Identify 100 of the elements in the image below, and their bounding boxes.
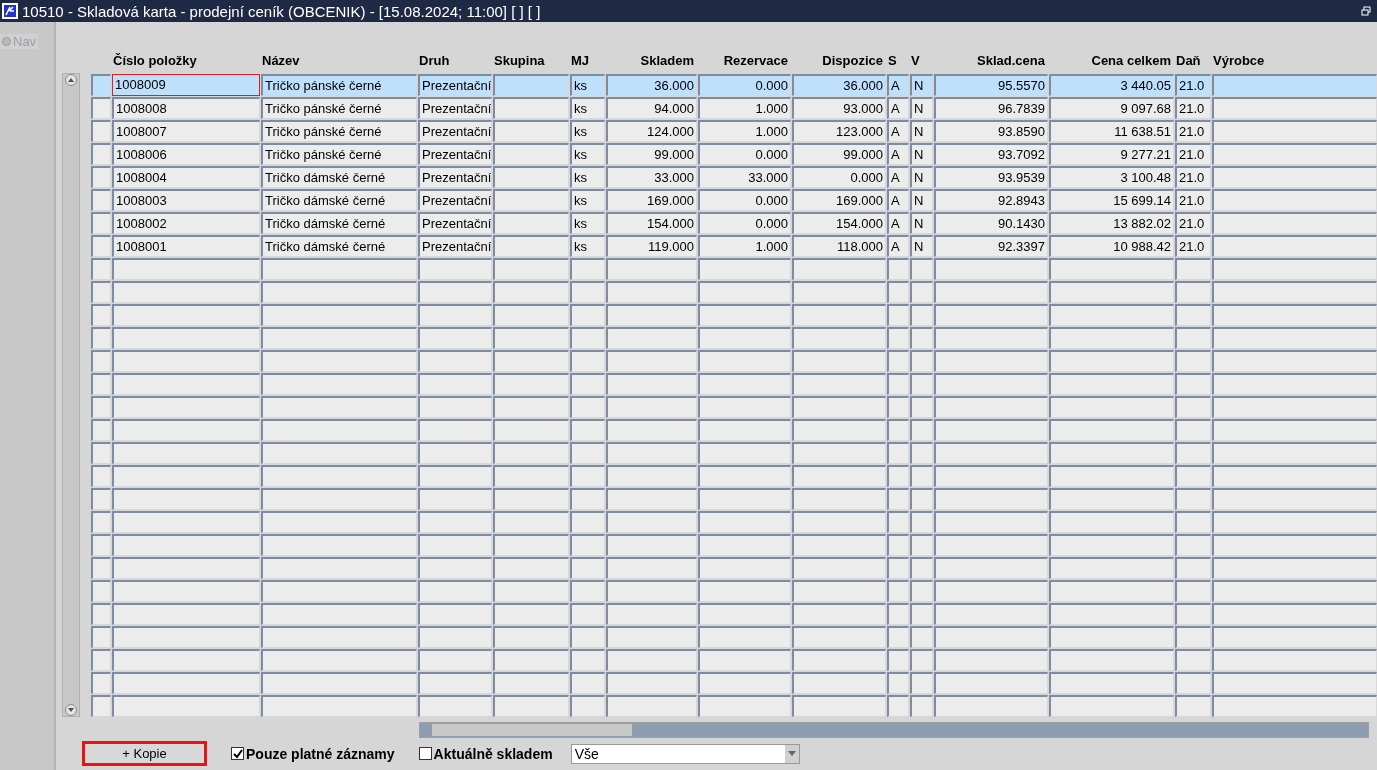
table-cell[interactable]: N (910, 74, 933, 96)
row-selector[interactable] (91, 465, 111, 487)
table-cell[interactable] (570, 672, 605, 694)
table-cell[interactable] (418, 373, 492, 395)
table-cell[interactable] (1175, 603, 1211, 625)
table-cell[interactable] (934, 442, 1048, 464)
table-cell[interactable] (418, 695, 492, 717)
row-selector[interactable] (91, 649, 111, 671)
table-cell[interactable] (1175, 580, 1211, 602)
table-cell[interactable]: 9 277.21 (1049, 143, 1174, 165)
table-cell[interactable]: Tričko pánské černé (261, 120, 417, 142)
table-cell[interactable]: Prezentační (418, 120, 492, 142)
table-cell[interactable] (910, 626, 933, 648)
table-cell[interactable] (792, 488, 886, 510)
table-cell[interactable]: Prezentační (418, 189, 492, 211)
table-cell[interactable] (112, 557, 260, 579)
table-cell[interactable] (261, 603, 417, 625)
table-cell[interactable] (112, 488, 260, 510)
table-cell[interactable]: ks (570, 212, 605, 234)
table-cell[interactable] (698, 557, 791, 579)
row-selector[interactable] (91, 580, 111, 602)
table-cell[interactable]: 90.1430 (934, 212, 1048, 234)
table-cell[interactable]: Tričko pánské černé (261, 97, 417, 119)
table-cell[interactable] (792, 695, 886, 717)
table-cell[interactable]: 21.0 (1175, 166, 1211, 188)
table-cell[interactable] (1212, 442, 1377, 464)
table-cell[interactable]: 0.000 (792, 166, 886, 188)
table-cell[interactable] (570, 350, 605, 372)
table-cell[interactable]: 99.000 (606, 143, 697, 165)
table-cell[interactable]: 15 699.14 (1049, 189, 1174, 211)
table-cell[interactable]: 21.0 (1175, 120, 1211, 142)
table-cell[interactable] (606, 465, 697, 487)
table-cell[interactable] (1049, 396, 1174, 418)
row-selector[interactable] (91, 189, 111, 211)
table-cell[interactable] (418, 419, 492, 441)
table-cell[interactable] (1212, 488, 1377, 510)
table-cell[interactable]: N (910, 97, 933, 119)
table-cell[interactable] (493, 74, 569, 96)
table-cell[interactable] (606, 304, 697, 326)
table-cell[interactable] (112, 580, 260, 602)
table-cell[interactable] (570, 649, 605, 671)
table-cell[interactable] (1212, 534, 1377, 556)
table-cell[interactable] (493, 534, 569, 556)
table-cell[interactable]: 92.8943 (934, 189, 1048, 211)
table-cell[interactable] (887, 672, 909, 694)
table-cell[interactable] (1049, 649, 1174, 671)
table-cell[interactable] (792, 534, 886, 556)
table-cell[interactable]: 124.000 (606, 120, 697, 142)
table-cell[interactable] (1049, 557, 1174, 579)
table-cell[interactable] (570, 465, 605, 487)
checkbox[interactable] (231, 747, 244, 760)
table-cell[interactable] (887, 603, 909, 625)
table-cell[interactable] (570, 603, 605, 625)
table-cell[interactable] (1049, 442, 1174, 464)
table-cell[interactable] (792, 580, 886, 602)
table-cell[interactable] (1212, 419, 1377, 441)
table-cell[interactable] (698, 603, 791, 625)
table-cell[interactable] (934, 281, 1048, 303)
table-cell[interactable] (1212, 511, 1377, 533)
table-cell[interactable] (112, 672, 260, 694)
table-cell[interactable] (910, 373, 933, 395)
table-cell[interactable] (570, 258, 605, 280)
table-cell[interactable] (261, 534, 417, 556)
copy-button[interactable]: + Kopie (82, 741, 207, 766)
table-cell[interactable] (1049, 511, 1174, 533)
table-cell[interactable] (1212, 327, 1377, 349)
table-cell[interactable] (887, 304, 909, 326)
scroll-thumb[interactable] (432, 724, 632, 736)
table-cell[interactable]: 1008009 (112, 74, 260, 96)
table-cell[interactable] (792, 258, 886, 280)
table-cell[interactable] (261, 626, 417, 648)
table-cell[interactable]: A (887, 143, 909, 165)
table-cell[interactable] (261, 350, 417, 372)
table-cell[interactable]: ks (570, 143, 605, 165)
table-cell[interactable] (1049, 350, 1174, 372)
table-cell[interactable] (570, 534, 605, 556)
table-cell[interactable] (1212, 396, 1377, 418)
table-cell[interactable] (606, 626, 697, 648)
table-cell[interactable] (112, 350, 260, 372)
table-cell[interactable]: 169.000 (606, 189, 697, 211)
table-cell[interactable] (934, 672, 1048, 694)
table-cell[interactable] (1175, 649, 1211, 671)
table-cell[interactable] (261, 465, 417, 487)
table-cell[interactable] (1049, 419, 1174, 441)
table-cell[interactable] (1212, 626, 1377, 648)
table-cell[interactable] (910, 511, 933, 533)
table-cell[interactable] (698, 327, 791, 349)
table-cell[interactable] (1175, 534, 1211, 556)
row-selector[interactable] (91, 603, 111, 625)
table-cell[interactable] (934, 580, 1048, 602)
table-cell[interactable] (1175, 373, 1211, 395)
table-cell[interactable] (1212, 672, 1377, 694)
table-cell[interactable]: ks (570, 74, 605, 96)
table-cell[interactable] (698, 695, 791, 717)
table-cell[interactable] (792, 649, 886, 671)
table-cell[interactable] (910, 672, 933, 694)
table-cell[interactable] (570, 511, 605, 533)
table-cell[interactable] (1212, 557, 1377, 579)
table-cell[interactable] (698, 580, 791, 602)
table-cell[interactable] (792, 511, 886, 533)
